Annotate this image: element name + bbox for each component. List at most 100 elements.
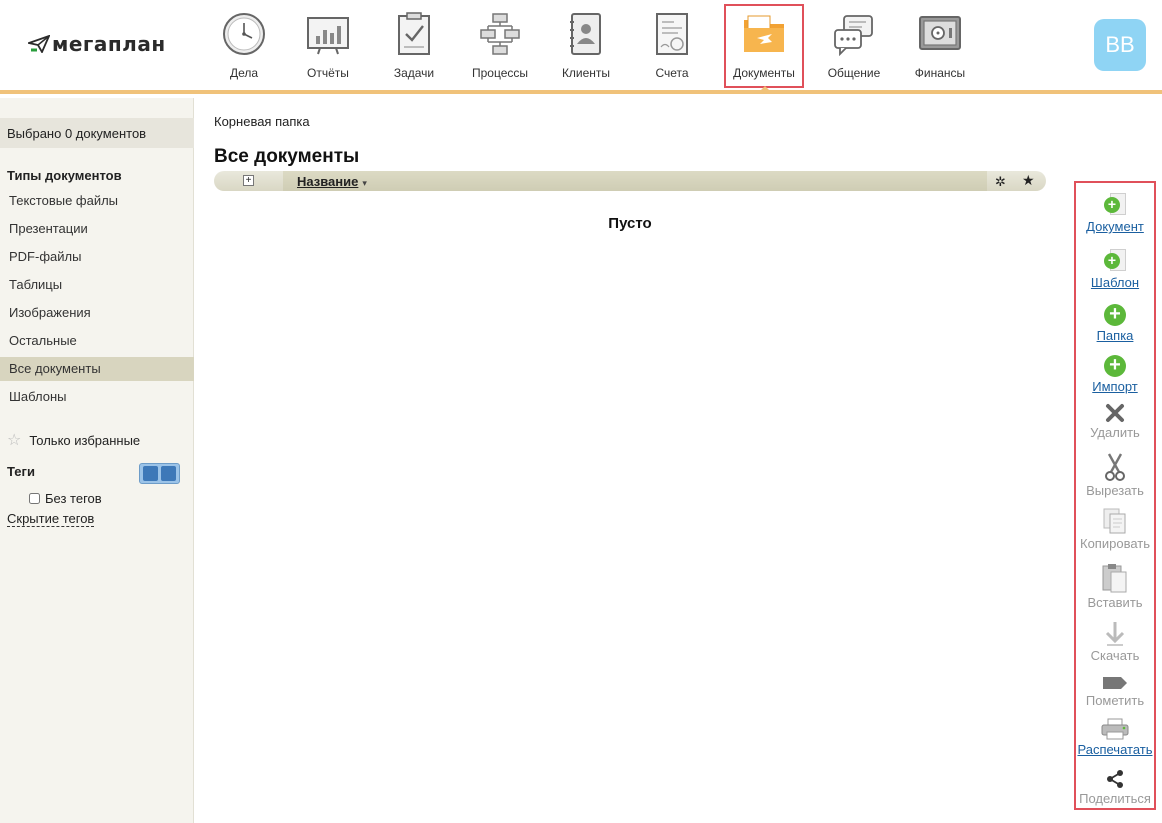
breadcrumb[interactable]: Корневая папка <box>214 114 310 129</box>
add-template-button[interactable]: + Шаблон <box>1076 249 1154 290</box>
nav-label: Финансы <box>914 66 966 80</box>
nav-label: Клиенты <box>561 66 611 80</box>
nav-label: Процессы <box>471 66 528 80</box>
nav-label: Счета <box>655 66 689 80</box>
nav-item-tasks[interactable]: Задачи <box>372 4 456 88</box>
single-user-icon <box>143 466 158 481</box>
sidebar-item-all-documents[interactable]: Все документы <box>0 357 194 381</box>
page-title: Все документы <box>214 146 360 167</box>
share-button[interactable]: Поделиться <box>1076 769 1154 806</box>
favorites-only-toggle[interactable]: ☆ Только избранные <box>7 430 140 450</box>
action-label: Импорт <box>1092 379 1138 394</box>
chat-bubbles-icon <box>834 15 873 56</box>
nav-label: Задачи <box>393 66 435 80</box>
printer-icon <box>1101 718 1129 740</box>
sort-caret-icon: ▾ <box>362 178 367 188</box>
sidebar-item-others[interactable]: Остальные <box>0 329 194 353</box>
sidebar-item-presentations[interactable]: Презентации <box>0 217 194 241</box>
sidebar-item-pdf-files[interactable]: PDF-файлы <box>0 245 194 269</box>
delete-x-icon <box>1106 404 1124 422</box>
tags-heading: Теги <box>7 464 35 479</box>
sidebar-item-text-files[interactable]: Текстовые файлы <box>0 189 194 213</box>
action-label: Шаблон <box>1090 275 1140 290</box>
print-button[interactable]: Распечатать <box>1076 718 1154 757</box>
nav-item-invoices[interactable]: Счета <box>630 4 714 88</box>
action-label: Распечатать <box>1077 742 1153 757</box>
action-label: Поделиться <box>1079 791 1151 806</box>
paper-plane-logo-icon <box>28 35 50 53</box>
share-icon <box>1107 770 1123 788</box>
top-header: мегаплан Дела Отчёты Задачи Процессы Кли… <box>0 0 1162 94</box>
action-label: Пометить <box>1085 693 1145 708</box>
user-avatar[interactable]: BB <box>1094 19 1146 71</box>
nav-label: Отчёты <box>307 66 349 80</box>
action-label: Вставить <box>1087 595 1143 610</box>
report-chart-icon <box>307 17 349 55</box>
logo-text: мегаплан <box>52 32 166 56</box>
copy-button[interactable]: Копировать <box>1076 508 1154 551</box>
active-nav-caret <box>759 86 771 92</box>
contacts-book-icon <box>570 13 601 55</box>
paste-button[interactable]: Вставить <box>1076 563 1154 610</box>
column-name-label: Название <box>297 174 359 189</box>
sidebar-item-images[interactable]: Изображения <box>0 301 194 325</box>
paste-icon <box>1102 564 1127 593</box>
clock-icon <box>223 13 265 55</box>
no-tags-label: Без тегов <box>45 491 102 506</box>
sidebar-item-tables[interactable]: Таблицы <box>0 273 194 297</box>
documents-folder-icon <box>744 15 784 52</box>
hide-tags-link[interactable]: Скрытие тегов <box>7 512 95 527</box>
process-flow-icon <box>480 13 520 55</box>
group-users-icon <box>161 466 176 481</box>
task-clipboard-icon <box>398 12 430 55</box>
nav-item-clients[interactable]: Клиенты <box>544 4 628 88</box>
nav-label: Общение <box>827 66 881 80</box>
invoice-icon <box>656 13 688 55</box>
nav-item-reports[interactable]: Отчёты <box>286 4 370 88</box>
nav-item-processes[interactable]: Процессы <box>458 4 542 88</box>
add-folder-button[interactable]: + Папка <box>1076 304 1154 344</box>
document-types-heading: Типы документов <box>7 168 122 183</box>
settings-gear-icon[interactable]: ✲ <box>995 174 1006 190</box>
selected-count: Выбрано 0 документов <box>0 118 194 148</box>
action-label: Документ <box>1086 219 1144 234</box>
action-label: Удалить <box>1090 425 1140 440</box>
nav-label: Документы <box>733 66 795 80</box>
star-outline-icon: ☆ <box>7 432 22 449</box>
favorites-star-icon[interactable]: ★ <box>1022 172 1035 189</box>
import-icon: + <box>1104 355 1126 377</box>
safe-icon <box>919 16 961 50</box>
tags-view-toggle[interactable] <box>139 463 180 484</box>
action-label: Скачать <box>1090 648 1140 663</box>
no-tags-checkbox[interactable] <box>29 493 40 504</box>
column-header-name[interactable]: Название ▾ <box>283 171 987 191</box>
action-label: Вырезать <box>1086 483 1144 498</box>
favorites-only-label: Только избранные <box>29 432 141 448</box>
no-tags-option[interactable]: Без тегов <box>29 491 102 506</box>
empty-state-text: Пусто <box>608 215 652 232</box>
megaplan-logo[interactable]: мегаплан <box>28 32 166 56</box>
download-arrow-icon <box>1105 622 1125 646</box>
add-template-icon: + <box>1104 249 1126 273</box>
add-document-icon: + <box>1104 193 1126 217</box>
sidebar-item-templates[interactable]: Шаблоны <box>0 385 194 409</box>
copy-icon <box>1103 508 1126 534</box>
nav-item-finance[interactable]: Финансы <box>898 4 982 88</box>
nav-item-tasks-deals[interactable]: Дела <box>202 4 286 88</box>
nav-label: Дела <box>229 66 259 80</box>
expand-all-icon[interactable]: + <box>243 175 254 186</box>
sidebar: Выбрано 0 документов Типы документов Тек… <box>0 98 194 823</box>
action-label: Копировать <box>1080 536 1150 551</box>
download-button[interactable]: Скачать <box>1076 620 1154 663</box>
tag-label-icon <box>1103 677 1127 689</box>
action-panel: + Документ + Шаблон + Папка + Импорт Уда… <box>1074 181 1156 810</box>
cut-button[interactable]: Вырезать <box>1076 453 1154 498</box>
scissors-icon <box>1105 453 1125 481</box>
import-button[interactable]: + Импорт <box>1076 355 1154 395</box>
nav-item-documents[interactable]: Документы <box>724 4 804 88</box>
action-label: Папка <box>1096 328 1134 343</box>
nav-item-communication[interactable]: Общение <box>812 4 896 88</box>
delete-button[interactable]: Удалить <box>1076 403 1154 440</box>
add-document-button[interactable]: + Документ <box>1076 193 1154 234</box>
mark-button[interactable]: Пометить <box>1076 675 1154 708</box>
